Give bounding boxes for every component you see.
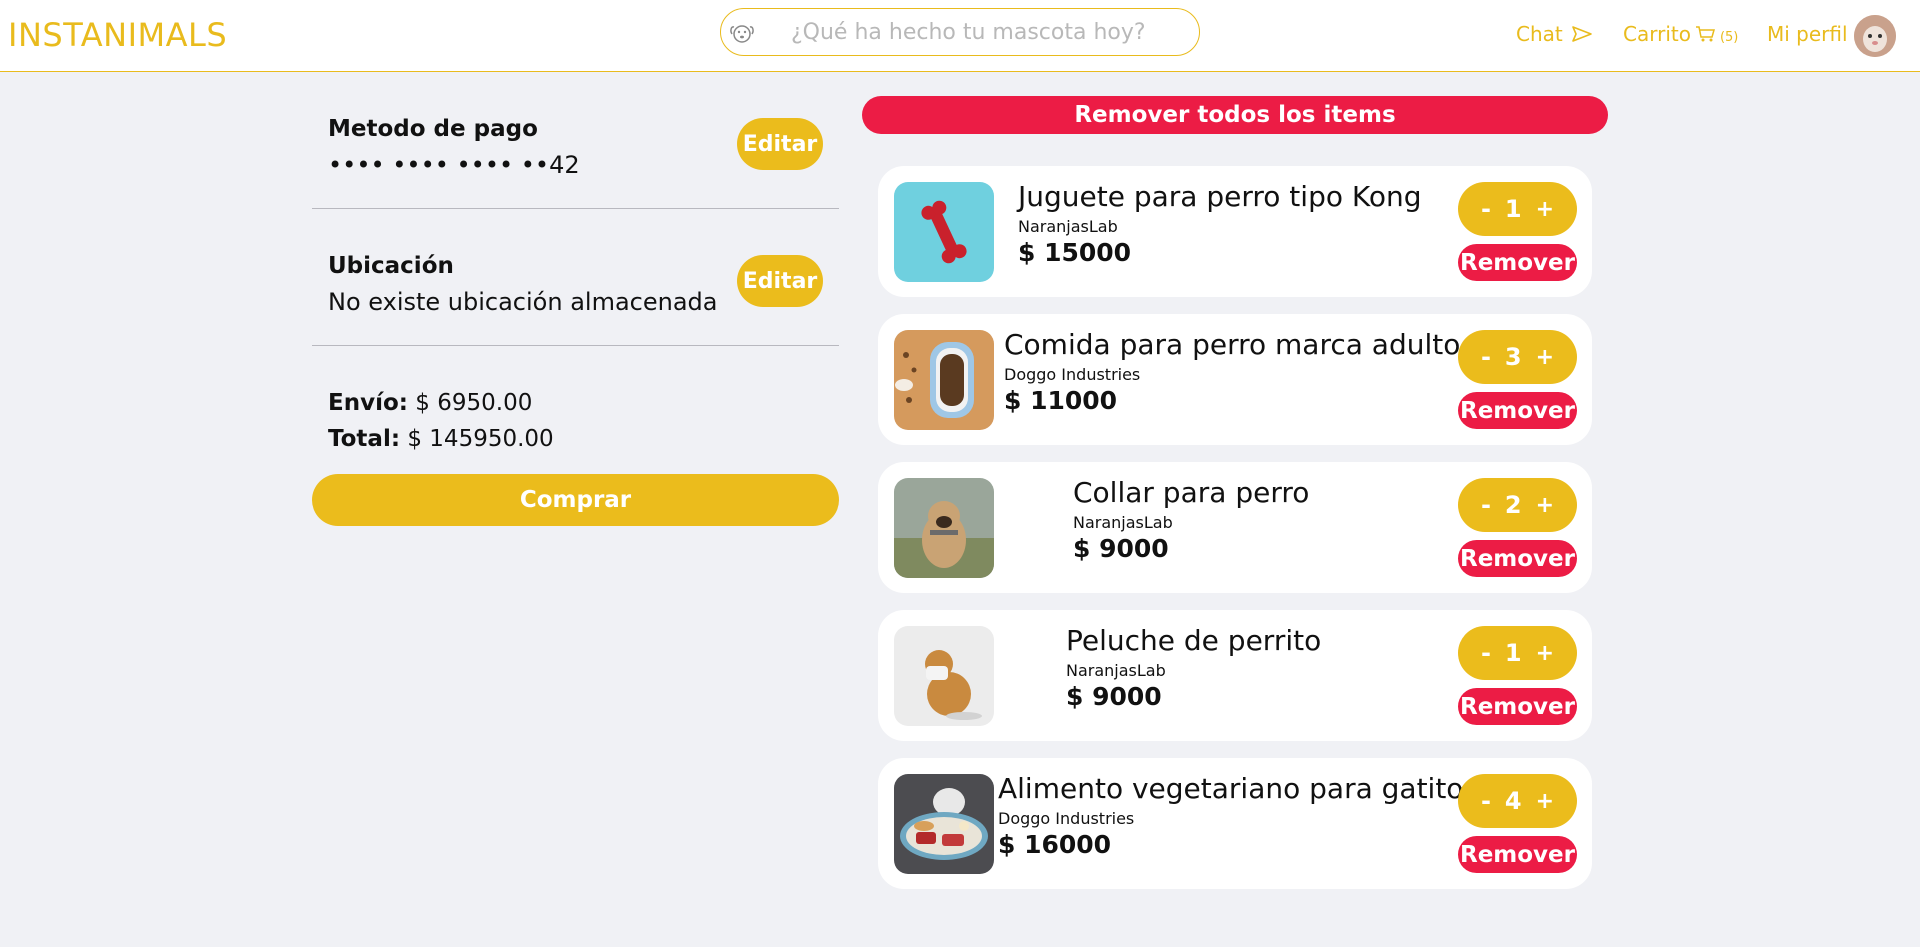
quantity-stepper: - 3 + — [1458, 330, 1577, 384]
payment-section: Metodo de pago •••• •••• •••• ••42 Edita… — [312, 72, 839, 209]
quantity-value: 4 — [1504, 787, 1522, 815]
card-number: •••• •••• •••• ••42 — [328, 151, 580, 179]
item-price: $ 9000 — [1073, 534, 1169, 563]
quantity-value: 2 — [1504, 491, 1522, 519]
product-image — [894, 478, 994, 578]
item-info: Peluche de perrito NaranjasLab $ 9000 — [1066, 624, 1321, 711]
cart-item: Peluche de perrito NaranjasLab $ 9000 - … — [878, 610, 1592, 741]
item-brand: NaranjasLab — [1066, 661, 1166, 680]
shipping-label: Envío: — [328, 390, 408, 416]
decrease-button[interactable]: - — [1481, 195, 1491, 223]
product-image — [894, 330, 994, 430]
item-info: Comida para perro marca adulto Doggo Ind… — [1004, 328, 1460, 415]
edit-payment-button[interactable]: Editar — [737, 118, 823, 170]
decrease-button[interactable]: - — [1481, 343, 1491, 371]
remove-item-button[interactable]: Remover — [1458, 540, 1577, 577]
payment-title: Metodo de pago — [328, 116, 538, 142]
item-info: Juguete para perro tipo Kong NaranjasLab… — [1018, 180, 1421, 267]
decrease-button[interactable]: - — [1481, 787, 1491, 815]
nav-profile-label: Mi perfil — [1767, 22, 1848, 46]
edit-location-button[interactable]: Editar — [737, 255, 823, 307]
nav-cart[interactable]: Carrito (5) — [1623, 22, 1738, 46]
decrease-button[interactable]: - — [1481, 491, 1491, 519]
remove-all-button[interactable]: Remover todos los items — [862, 96, 1608, 134]
item-brand: NaranjasLab — [1073, 513, 1173, 532]
increase-button[interactable]: + — [1536, 345, 1554, 370]
search-bar[interactable] — [720, 8, 1200, 56]
item-brand: Doggo Industries — [1004, 365, 1141, 384]
remove-item-button[interactable]: Remover — [1458, 688, 1577, 725]
quantity-stepper: - 1 + — [1458, 626, 1577, 680]
cart-item: Alimento vegetariano para gatitos Doggo … — [878, 758, 1592, 889]
nav-chat-label: Chat — [1516, 22, 1563, 46]
increase-button[interactable]: + — [1536, 197, 1554, 222]
item-price: $ 15000 — [1018, 238, 1132, 267]
location-section: Ubicación No existe ubicación almacenada… — [312, 209, 839, 346]
quantity-value: 3 — [1504, 343, 1522, 371]
cart-item: Comida para perro marca adulto Doggo Ind… — [878, 314, 1592, 445]
quantity-stepper: - 1 + — [1458, 182, 1577, 236]
decrease-button[interactable]: - — [1481, 639, 1491, 667]
item-name: Juguete para perro tipo Kong — [1018, 180, 1422, 213]
avatar[interactable] — [1854, 15, 1896, 57]
quantity-value: 1 — [1504, 195, 1522, 223]
top-navbar: INSTANIMALS Chat Carrito (5) Mi perfil — [0, 0, 1920, 72]
total-label: Total: — [328, 426, 401, 452]
checkout-summary: Metodo de pago •••• •••• •••• ••42 Edita… — [312, 72, 839, 526]
quantity-value: 1 — [1504, 639, 1522, 667]
remove-item-button[interactable]: Remover — [1458, 392, 1577, 429]
quantity-stepper: - 2 + — [1458, 478, 1577, 532]
total-line: Total: $ 145950.00 — [328, 426, 554, 452]
increase-button[interactable]: + — [1536, 641, 1554, 666]
location-value: No existe ubicación almacenada — [328, 288, 718, 316]
item-name: Alimento vegetariano para gatitos — [998, 772, 1479, 805]
item-info: Collar para perro NaranjasLab $ 9000 — [1073, 476, 1309, 563]
increase-button[interactable]: + — [1536, 493, 1554, 518]
item-name: Collar para perro — [1073, 476, 1310, 509]
item-brand: NaranjasLab — [1018, 217, 1118, 236]
product-image — [894, 626, 994, 726]
item-price: $ 11000 — [1004, 386, 1118, 415]
total-value: $ 145950.00 — [407, 426, 554, 452]
item-name: Comida para perro marca adulto — [1004, 328, 1461, 361]
nav-profile[interactable]: Mi perfil — [1767, 22, 1848, 46]
nav-cart-label: Carrito — [1623, 22, 1691, 46]
item-name: Peluche de perrito — [1066, 624, 1322, 657]
buy-button[interactable]: Comprar — [312, 474, 839, 526]
cart-count: (5) — [1719, 29, 1739, 45]
increase-button[interactable]: + — [1536, 789, 1554, 814]
product-image — [894, 774, 994, 874]
item-price: $ 9000 — [1066, 682, 1162, 711]
location-title: Ubicación — [328, 253, 454, 279]
cart-item: Collar para perro NaranjasLab $ 9000 - 2… — [878, 462, 1592, 593]
cart-icon — [1695, 26, 1715, 42]
cart-item: Juguete para perro tipo Kong NaranjasLab… — [878, 166, 1592, 297]
product-image — [894, 182, 994, 282]
nav-chat[interactable]: Chat — [1516, 22, 1593, 46]
shipping-line: Envío: $ 6950.00 — [328, 390, 532, 416]
send-icon — [1571, 26, 1592, 42]
dog-face-icon — [730, 25, 754, 43]
item-brand: Doggo Industries — [998, 809, 1135, 828]
remove-item-button[interactable]: Remover — [1458, 836, 1577, 873]
shipping-value: $ 6950.00 — [415, 390, 533, 416]
search-input[interactable] — [791, 17, 1191, 47]
item-info: Alimento vegetariano para gatitos Doggo … — [998, 772, 1478, 859]
item-price: $ 16000 — [998, 830, 1112, 859]
brand-logo[interactable]: INSTANIMALS — [8, 16, 227, 54]
remove-item-button[interactable]: Remover — [1458, 244, 1577, 281]
quantity-stepper: - 4 + — [1458, 774, 1577, 828]
